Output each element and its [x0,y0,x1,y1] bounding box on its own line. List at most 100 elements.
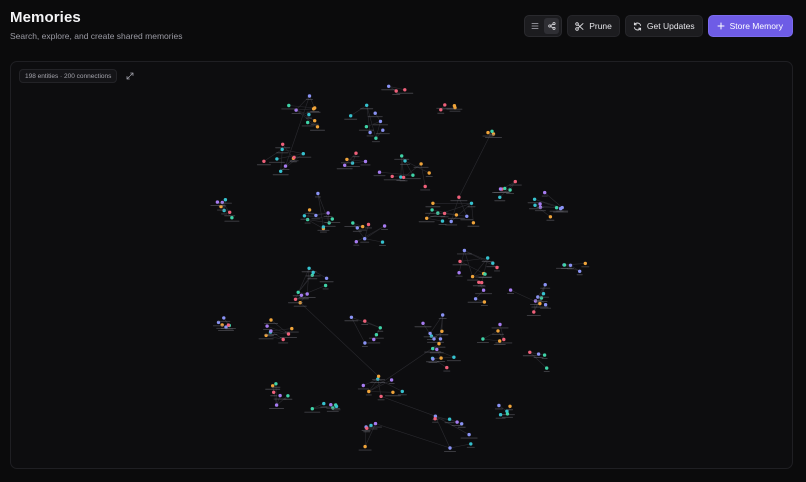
graph-node-dot[interactable] [508,404,512,408]
graph-node-dot[interactable] [543,283,547,287]
graph-node-dot[interactable] [449,219,453,224]
graph-node-dot[interactable] [457,195,461,199]
graph-node[interactable] [384,390,401,397]
graph-node[interactable] [507,404,513,411]
graph-node-dot[interactable] [440,329,444,333]
graph-node-dot[interactable] [482,300,487,304]
graph-node-dot[interactable] [315,125,320,129]
graph-node[interactable] [360,159,371,166]
graph-node-dot[interactable] [470,274,475,279]
graph-node-dot[interactable] [469,442,473,446]
graph-node-dot[interactable] [394,89,398,93]
graph-node-dot[interactable] [541,292,546,296]
graph-node[interactable] [352,151,360,158]
graph-node-dot[interactable] [498,187,503,191]
graph-node-dot[interactable] [469,201,474,205]
graph-node-dot[interactable] [366,222,371,227]
graph-node-dot[interactable] [293,297,298,301]
graph-node-dot[interactable] [548,215,553,219]
graph-node-dot[interactable] [280,147,284,152]
graph-node-dot[interactable] [480,280,484,285]
graph-node[interactable] [413,162,429,168]
graph-node-dot[interactable] [349,114,353,118]
graph-node-dot[interactable] [403,88,407,92]
graph-node-dot[interactable] [278,393,282,398]
graph-node[interactable] [546,215,555,221]
graph-node-dot[interactable] [351,221,355,225]
graph-node[interactable] [256,159,271,166]
graph-node-dot[interactable] [274,382,278,386]
graph-node[interactable] [368,333,384,339]
graph-node[interactable] [272,169,289,176]
graph-node[interactable] [370,377,386,383]
graph-node-dot[interactable] [302,214,307,218]
graph-node-dot[interactable] [419,162,423,166]
graph-node[interactable] [478,272,492,278]
graph-node[interactable] [541,190,548,197]
graph-node-dot[interactable] [430,208,434,212]
graph-node-dot[interactable] [483,272,487,276]
graph-node[interactable] [224,216,240,222]
graph-node[interactable] [314,191,321,198]
graph-node[interactable] [540,283,551,289]
graph-node-dot[interactable] [431,201,435,205]
graph-node-dot[interactable] [262,159,266,163]
graph-node-dot[interactable] [376,374,381,378]
graph-node-dot[interactable] [316,191,320,196]
graph-node[interactable] [358,125,374,131]
graph-node-dot[interactable] [498,339,502,343]
graph-node-dot[interactable] [473,297,478,301]
graph-node-dot[interactable] [373,421,378,426]
graph-node[interactable] [379,240,386,246]
graph-node-dot[interactable] [301,152,305,156]
knowledge-graph-canvas[interactable] [11,62,793,469]
graph-node-dot[interactable] [431,346,435,351]
graph-node[interactable] [218,198,232,204]
graph-node-dot[interactable] [583,261,587,266]
store-memory-button[interactable]: Store Memory [707,15,793,37]
graph-node-dot[interactable] [374,333,379,337]
fullscreen-button[interactable] [123,69,137,83]
graph-node-dot[interactable] [448,446,452,450]
graph-node[interactable] [491,322,509,329]
graph-node[interactable] [396,88,414,94]
graph-node-dot[interactable] [498,195,502,199]
graph-node-dot[interactable] [374,136,378,140]
graph-node-dot[interactable] [326,211,330,215]
graph-node[interactable] [352,226,362,232]
graph-node[interactable] [543,366,550,372]
graph-node[interactable] [281,103,297,110]
graph-node[interactable] [526,310,541,316]
graph-node-dot[interactable] [543,190,547,195]
graph-node-dot[interactable] [290,326,294,331]
graph-node-dot[interactable] [543,303,548,307]
graph-node-dot[interactable] [354,151,358,155]
graph-node-dot[interactable] [296,290,300,294]
graph-node-dot[interactable] [447,417,452,421]
graph-node-dot[interactable] [502,337,506,342]
graph-node-dot[interactable] [311,270,315,275]
graph-node[interactable] [361,341,368,347]
graph-node[interactable] [372,374,386,381]
graph-node[interactable] [360,103,374,110]
graph-node[interactable] [304,208,315,214]
graph-node[interactable] [360,237,370,243]
list-view-button[interactable] [527,18,542,34]
graph-node-dot[interactable] [425,216,429,220]
graph-node-dot[interactable] [538,202,542,206]
graph-node-dot[interactable] [440,219,445,223]
knowledge-graph-panel[interactable]: 198 entities · 200 connections [10,61,793,469]
graph-node[interactable] [397,389,407,396]
graph-node[interactable] [394,154,410,160]
graph-node[interactable] [293,301,307,307]
graph-node-dot[interactable] [343,163,347,167]
graph-node-dot[interactable] [381,128,385,132]
graph-node-dot[interactable] [533,203,537,207]
graph-node-dot[interactable] [411,173,415,177]
graph-node[interactable] [371,136,380,143]
graph-node-dot[interactable] [269,318,273,322]
graph-node-dot[interactable] [390,174,394,179]
graph-node-dot[interactable] [373,111,377,115]
graph-node[interactable] [383,174,401,181]
graph-node-dot[interactable] [455,420,459,424]
